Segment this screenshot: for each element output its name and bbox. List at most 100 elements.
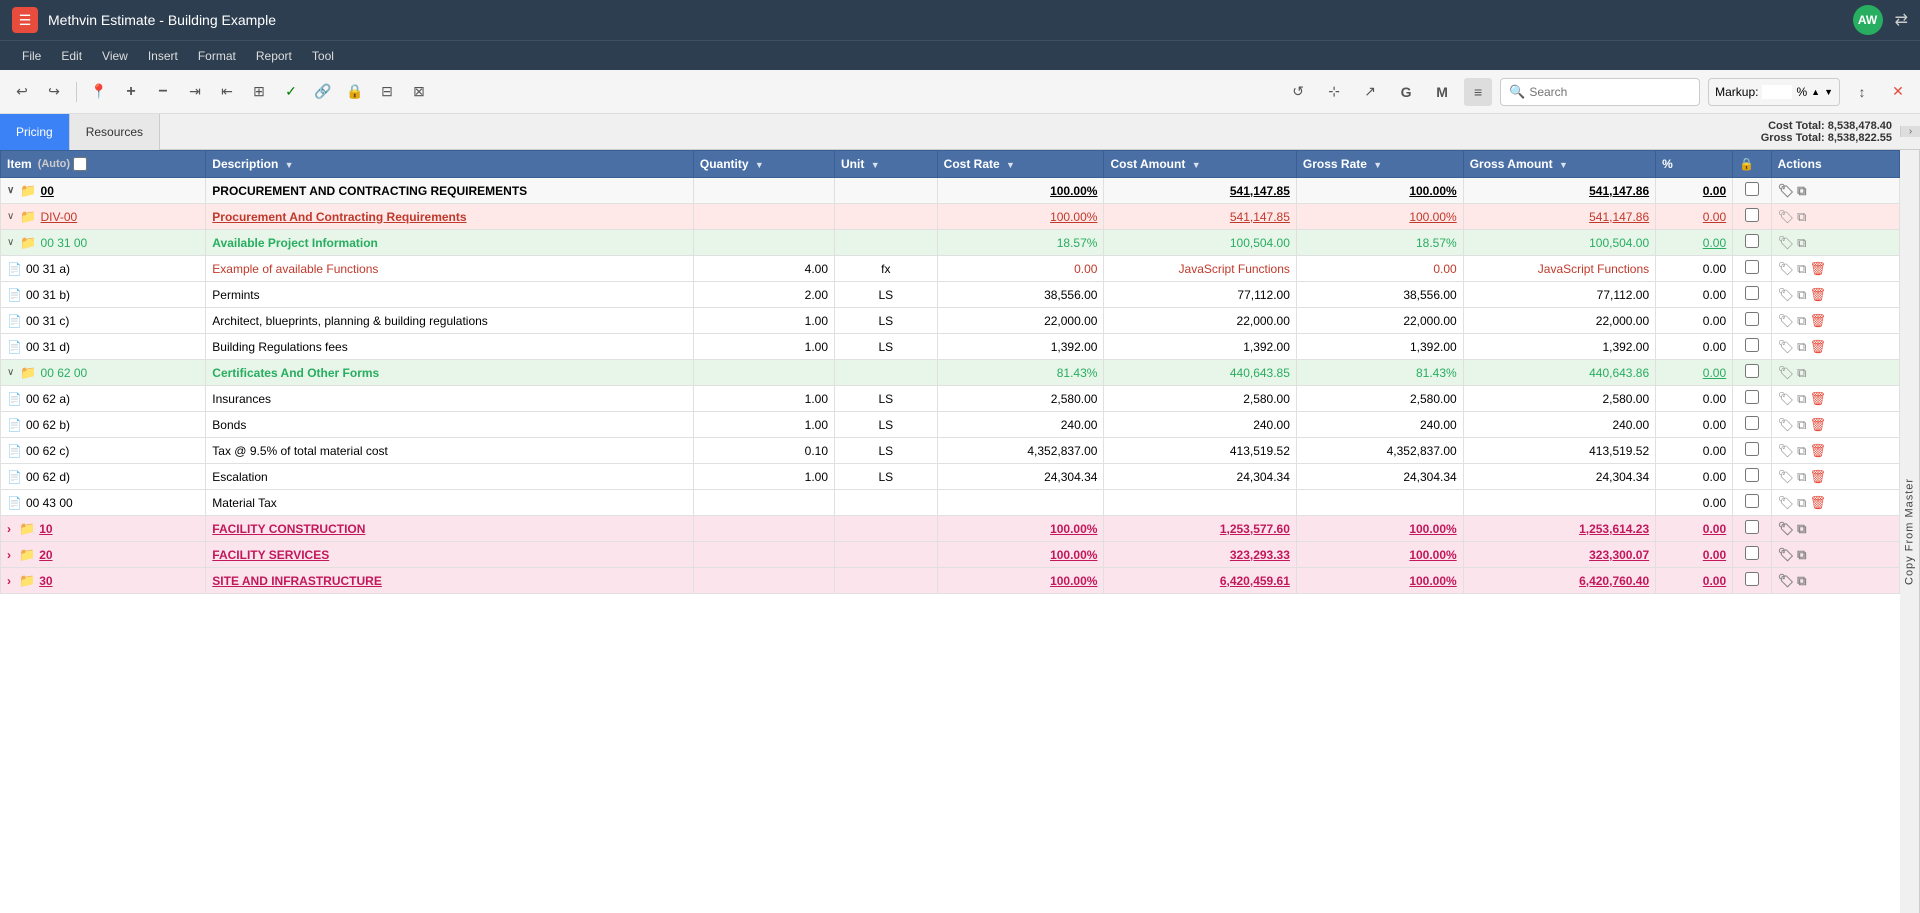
- item-id[interactable]: 00 31 c): [26, 314, 69, 328]
- minus-btn[interactable]: −: [149, 78, 177, 106]
- item-id[interactable]: 00 62 b): [26, 418, 70, 432]
- percent-cell[interactable]: 0.00: [1656, 204, 1733, 230]
- cost-amount-cell[interactable]: 6,420,459.61: [1104, 568, 1296, 594]
- quantity-cell[interactable]: [693, 490, 834, 516]
- cost-rate-cell[interactable]: 1,392.00: [937, 334, 1104, 360]
- copy-icon[interactable]: ⧉: [1797, 339, 1806, 355]
- cost-amount-cell[interactable]: 323,293.33: [1104, 542, 1296, 568]
- unit-cell[interactable]: LS: [835, 308, 938, 334]
- delete-icon[interactable]: 🗑: [1809, 261, 1826, 277]
- menu-insert[interactable]: Insert: [138, 41, 188, 71]
- quantity-cell[interactable]: [693, 230, 834, 256]
- grid-btn[interactable]: ⊟: [373, 78, 401, 106]
- sort-btn[interactable]: ↕: [1848, 78, 1876, 106]
- cost-rate-cell[interactable]: 24,304.34: [937, 464, 1104, 490]
- delete-icon[interactable]: 🗑: [1809, 287, 1826, 303]
- percent-cell[interactable]: 0.00: [1656, 334, 1733, 360]
- delete-icon[interactable]: 🗑: [1809, 417, 1826, 433]
- percent-cell[interactable]: 0.00: [1656, 568, 1733, 594]
- g-btn[interactable]: G: [1392, 78, 1420, 106]
- col-description[interactable]: Description ▼: [206, 151, 694, 178]
- percent-cell[interactable]: 0.00: [1656, 256, 1733, 282]
- menu-report[interactable]: Report: [246, 41, 302, 71]
- item-id[interactable]: 00 31 d): [26, 340, 70, 354]
- menu-file[interactable]: File: [12, 41, 51, 71]
- row-checkbox[interactable]: [1745, 494, 1759, 508]
- col-cost-rate[interactable]: Cost Rate ▼: [937, 151, 1104, 178]
- menu-format[interactable]: Format: [188, 41, 246, 71]
- item-id[interactable]: 20: [39, 548, 52, 562]
- row-checkbox[interactable]: [1745, 520, 1759, 534]
- format-btn[interactable]: ⊞: [245, 78, 273, 106]
- percent-cell[interactable]: 0.00: [1656, 438, 1733, 464]
- cost-amount-cell[interactable]: 100,504.00: [1104, 230, 1296, 256]
- copy-icon[interactable]: ⧉: [1797, 443, 1806, 459]
- copy-icon[interactable]: ⧉: [1797, 573, 1806, 589]
- cost-rate-cell[interactable]: 0.00: [937, 256, 1104, 282]
- app-icon[interactable]: ☰: [12, 7, 38, 33]
- row-checkbox[interactable]: [1745, 286, 1759, 300]
- copy-icon[interactable]: ⧉: [1797, 313, 1806, 329]
- collapse-btn[interactable]: ∨: [7, 211, 14, 222]
- col-cost-amount[interactable]: Cost Amount ▼: [1104, 151, 1296, 178]
- side-panel-toggle[interactable]: ›: [1900, 126, 1920, 137]
- check-btn[interactable]: ✓: [277, 78, 305, 106]
- pin-btn[interactable]: 📍: [85, 78, 113, 106]
- quantity-cell[interactable]: 2.00: [693, 282, 834, 308]
- tab-pricing[interactable]: Pricing: [0, 114, 70, 150]
- tab-resources[interactable]: Resources: [70, 114, 160, 150]
- unit-cell[interactable]: [835, 204, 938, 230]
- copy-icon[interactable]: ⧉: [1797, 261, 1806, 277]
- gross-amount-cell[interactable]: 413,519.52: [1463, 438, 1655, 464]
- cost-amount-cell[interactable]: 541,147.85: [1104, 178, 1296, 204]
- row-checkbox[interactable]: [1745, 338, 1759, 352]
- unit-cell[interactable]: [835, 568, 938, 594]
- gross-amount-cell[interactable]: 100,504.00: [1463, 230, 1655, 256]
- gross-rate-cell[interactable]: 38,556.00: [1296, 282, 1463, 308]
- cost-amount-cell[interactable]: 541,147.85: [1104, 204, 1296, 230]
- unit-cell[interactable]: LS: [835, 464, 938, 490]
- percent-cell[interactable]: 0.00: [1656, 516, 1733, 542]
- quantity-cell[interactable]: 1.00: [693, 464, 834, 490]
- quantity-cell[interactable]: [693, 178, 834, 204]
- tag-icon[interactable]: 🏷: [1778, 573, 1795, 589]
- copy-icon[interactable]: ⧉: [1797, 183, 1806, 199]
- percent-cell[interactable]: 0.00: [1656, 308, 1733, 334]
- gross-amount-cell[interactable]: JavaScript Functions: [1463, 256, 1655, 282]
- quantity-cell[interactable]: [693, 516, 834, 542]
- tag-icon[interactable]: 🏷: [1778, 209, 1795, 225]
- tag-icon[interactable]: 🏷: [1778, 391, 1795, 407]
- item-id[interactable]: 00 31 a): [26, 262, 70, 276]
- expand-btn[interactable]: ›: [7, 574, 11, 588]
- item-id[interactable]: DIV-00: [41, 210, 78, 224]
- collapse-btn[interactable]: ∨: [7, 185, 14, 196]
- copy-icon[interactable]: ⧉: [1797, 287, 1806, 303]
- search-box[interactable]: 🔍: [1500, 78, 1700, 106]
- tag-icon[interactable]: 🏷: [1778, 495, 1795, 511]
- delete-icon[interactable]: 🗑: [1809, 443, 1826, 459]
- item-id[interactable]: 00 62 d): [26, 470, 70, 484]
- percent-cell[interactable]: 0.00: [1656, 178, 1733, 204]
- copy-icon[interactable]: ⧉: [1797, 391, 1806, 407]
- row-checkbox[interactable]: [1745, 390, 1759, 404]
- gross-rate-cell[interactable]: 18.57%: [1296, 230, 1463, 256]
- arrow-btn[interactable]: ↗: [1356, 78, 1384, 106]
- cost-rate-cell[interactable]: 100.00%: [937, 516, 1104, 542]
- redo-btn[interactable]: ↪: [40, 78, 68, 106]
- row-checkbox[interactable]: [1745, 572, 1759, 586]
- cost-amount-cell[interactable]: 1,392.00: [1104, 334, 1296, 360]
- tag-icon[interactable]: 🏷: [1778, 365, 1795, 381]
- copy-icon[interactable]: ⧉: [1797, 547, 1806, 563]
- gross-rate-cell[interactable]: 100.00%: [1296, 568, 1463, 594]
- col-gross-amount[interactable]: Gross Amount ▼: [1463, 151, 1655, 178]
- cost-rate-cell[interactable]: 81.43%: [937, 360, 1104, 386]
- row-checkbox[interactable]: [1745, 260, 1759, 274]
- gross-rate-cell[interactable]: 4,352,837.00: [1296, 438, 1463, 464]
- row-checkbox[interactable]: [1745, 416, 1759, 430]
- row-checkbox[interactable]: [1745, 546, 1759, 560]
- gross-rate-cell[interactable]: 81.43%: [1296, 360, 1463, 386]
- expand-btn[interactable]: ›: [7, 548, 11, 562]
- percent-cell[interactable]: 0.00: [1656, 360, 1733, 386]
- quantity-cell[interactable]: [693, 542, 834, 568]
- quantity-cell[interactable]: [693, 360, 834, 386]
